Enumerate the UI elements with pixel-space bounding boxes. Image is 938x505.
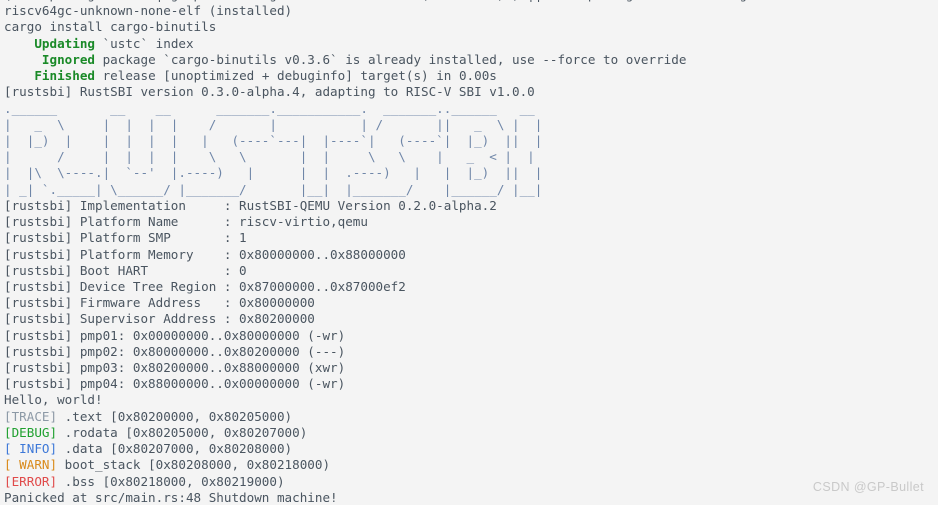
terminal-segment-rustsbi-platform-name-0: [rustsbi] Platform Name : riscv-virtio,q… [4,214,368,230]
terminal-line-rustsbi-firmware-address: [rustsbi] Firmware Address : 0x80000000 [4,295,884,311]
terminal-line-log-debug-rodata: [DEBUG] .rodata [0x80205000, 0x80207000) [4,425,884,441]
terminal-line-ascii-art-4: | / | | | | \ \ | | \ \ | _ < | | [4,149,884,165]
terminal-segment-cmd-rustup-target-0: (rustup target list | grep "riscv64gc-un… [4,0,884,2]
terminal-line-log-warn-boot-stack: [ WARN] boot_stack [0x80208000, 0x802180… [4,457,884,473]
terminal-window[interactable]: (rustup target list | grep "riscv64gc-un… [0,0,938,505]
terminal-line-log-error-bss: [ERROR] .bss [0x80218000, 0x80219000) [4,474,884,490]
terminal-segment-out-hello-world-0: Hello, world! [4,392,103,408]
terminal-output: (rustup target list | grep "riscv64gc-un… [4,0,884,505]
terminal-segment-rustsbi-pmp01-0: [rustsbi] pmp01: 0x00000000..0x80000000 … [4,327,346,343]
terminal-segment-log-trace-text-1: .text [0x80200000, 0x80205000) [57,408,293,424]
terminal-line-rustsbi-supervisor-address: [rustsbi] Supervisor Address : 0x8020000… [4,311,884,327]
terminal-segment-log-error-bss-1: .bss [0x80218000, 0x80219000) [57,473,285,489]
terminal-segment-rustsbi-pmp04-0: [rustsbi] pmp04: 0x88000000..0x00000000 … [4,376,346,392]
terminal-segment-out-panicked-0: Panicked at src/main.rs:48 Shutdown mach… [4,489,338,505]
terminal-line-rustsbi-pmp03: [rustsbi] pmp03: 0x80200000..0x88000000 … [4,360,884,376]
terminal-line-out-updating: Updating `ustc` index [4,36,884,52]
terminal-segment-rustsbi-platform-memory-0: [rustsbi] Platform Memory : 0x80000000..… [4,246,406,262]
terminal-segment-rustsbi-pmp02-0: [rustsbi] pmp02: 0x80000000..0x80200000 … [4,343,346,359]
terminal-line-out-finished: Finished release [unoptimized + debuginf… [4,68,884,84]
terminal-line-cmd-cargo-install: cargo install cargo-binutils [4,19,884,35]
terminal-segment-rustsbi-version-0: [rustsbi] RustSBI version 0.3.0-alpha.4,… [4,84,535,100]
terminal-segment-out-target-installed-0: riscv64gc-unknown-none-elf (installed) [4,3,293,19]
terminal-line-log-info-data: [ INFO] .data [0x80207000, 0x80208000) [4,441,884,457]
terminal-line-rustsbi-platform-memory: [rustsbi] Platform Memory : 0x80000000..… [4,247,884,263]
terminal-segment-ascii-art-1-0: .______ __ __ _______.___________. _____… [4,100,535,116]
terminal-line-rustsbi-platform-smp: [rustsbi] Platform SMP : 1 [4,230,884,246]
terminal-segment-rustsbi-firmware-address-0: [rustsbi] Firmware Address : 0x80000000 [4,295,315,311]
terminal-line-rustsbi-pmp02: [rustsbi] pmp02: 0x80000000..0x80200000 … [4,344,884,360]
terminal-segment-log-warn-boot-stack-0: [ WARN] [4,457,58,473]
terminal-segment-out-updating-1: Updating [34,35,96,51]
terminal-line-out-hello-world: Hello, world! [4,392,884,408]
terminal-line-ascii-art-2: | _ \ | | | | / | | / || _ \ | | [4,117,884,133]
terminal-segment-ascii-art-6-0: | _| `._____| \______/ |_______/ |__| |_… [4,181,543,197]
terminal-line-rustsbi-platform-name: [rustsbi] Platform Name : riscv-virtio,q… [4,214,884,230]
terminal-segment-rustsbi-device-tree-region-0: [rustsbi] Device Tree Region : 0x8700000… [4,278,406,294]
terminal-segment-ascii-art-4-0: | / | | | | \ \ | | \ \ | _ < | | [4,149,535,165]
terminal-segment-out-ignored-1: Ignored [41,51,95,67]
terminal-segment-log-info-data-0: [ INFO] [4,441,58,457]
terminal-line-rustsbi-boot-hart: [rustsbi] Boot HART : 0 [4,263,884,279]
terminal-segment-log-debug-rodata-0: [DEBUG] [4,424,58,440]
terminal-segment-out-finished-0 [4,68,34,83]
terminal-segment-out-finished-1: Finished [34,68,96,84]
terminal-line-out-panicked: Panicked at src/main.rs:48 Shutdown mach… [4,490,884,505]
terminal-line-rustsbi-pmp01: [rustsbi] pmp01: 0x00000000..0x80000000 … [4,328,884,344]
terminal-segment-ascii-art-2-0: | _ \ | | | | / | | / || _ \ | | [4,116,543,132]
terminal-segment-rustsbi-pmp03-0: [rustsbi] pmp03: 0x80200000..0x88000000 … [4,360,346,376]
terminal-segment-log-debug-rodata-1: .rodata [0x80205000, 0x80207000) [57,424,308,440]
terminal-segment-out-updating-0 [4,36,34,51]
terminal-segment-log-trace-text-0: [TRACE] [4,408,58,424]
terminal-line-out-ignored: Ignored package `cargo-binutils v0.3.6` … [4,52,884,68]
terminal-segment-out-ignored-0 [4,52,42,67]
terminal-segment-rustsbi-boot-hart-0: [rustsbi] Boot HART : 0 [4,262,247,278]
terminal-line-rustsbi-pmp04: [rustsbi] pmp04: 0x88000000..0x00000000 … [4,376,884,392]
terminal-line-rustsbi-device-tree-region: [rustsbi] Device Tree Region : 0x8700000… [4,279,884,295]
terminal-segment-log-info-data-1: .data [0x80207000, 0x80208000) [57,441,293,457]
terminal-segment-rustsbi-implementation-0: [rustsbi] Implementation : RustSBI-QEMU … [4,197,497,213]
terminal-line-rustsbi-implementation: [rustsbi] Implementation : RustSBI-QEMU … [4,198,884,214]
terminal-segment-cmd-cargo-install-0: cargo install cargo-binutils [4,19,217,35]
terminal-line-ascii-art-5: | |\ \----.| `--' |.----) | | | .----) |… [4,165,884,181]
terminal-segment-rustsbi-supervisor-address-0: [rustsbi] Supervisor Address : 0x8020000… [4,311,315,327]
terminal-line-log-trace-text: [TRACE] .text [0x80200000, 0x80205000) [4,409,884,425]
terminal-segment-log-error-bss-0: [ERROR] [4,473,58,489]
terminal-segment-rustsbi-platform-smp-0: [rustsbi] Platform SMP : 1 [4,230,247,246]
terminal-segment-log-warn-boot-stack-1: boot_stack [0x80208000, 0x80218000) [57,457,331,473]
terminal-segment-ascii-art-5-0: | |\ \----.| `--' |.----) | | | .----) |… [4,165,543,181]
terminal-segment-out-ignored-2: package `cargo-binutils v0.3.6` is alrea… [95,51,687,67]
terminal-line-rustsbi-version: [rustsbi] RustSBI version 0.3.0-alpha.4,… [4,84,884,100]
terminal-line-ascii-art-6: | _| `._____| \______/ |_______/ |__| |_… [4,182,884,198]
terminal-segment-out-updating-2: `ustc` index [95,35,194,51]
terminal-segment-ascii-art-3-0: | |_) | | | | | | (----`---| |----`| (--… [4,132,543,148]
terminal-line-ascii-art-1: .______ __ __ _______.___________. _____… [4,101,884,117]
terminal-line-out-target-installed: riscv64gc-unknown-none-elf (installed) [4,3,884,19]
terminal-line-ascii-art-3: | |_) | | | | | | (----`---| |----`| (--… [4,133,884,149]
terminal-segment-out-finished-2: release [unoptimized + debuginfo] target… [95,68,497,84]
